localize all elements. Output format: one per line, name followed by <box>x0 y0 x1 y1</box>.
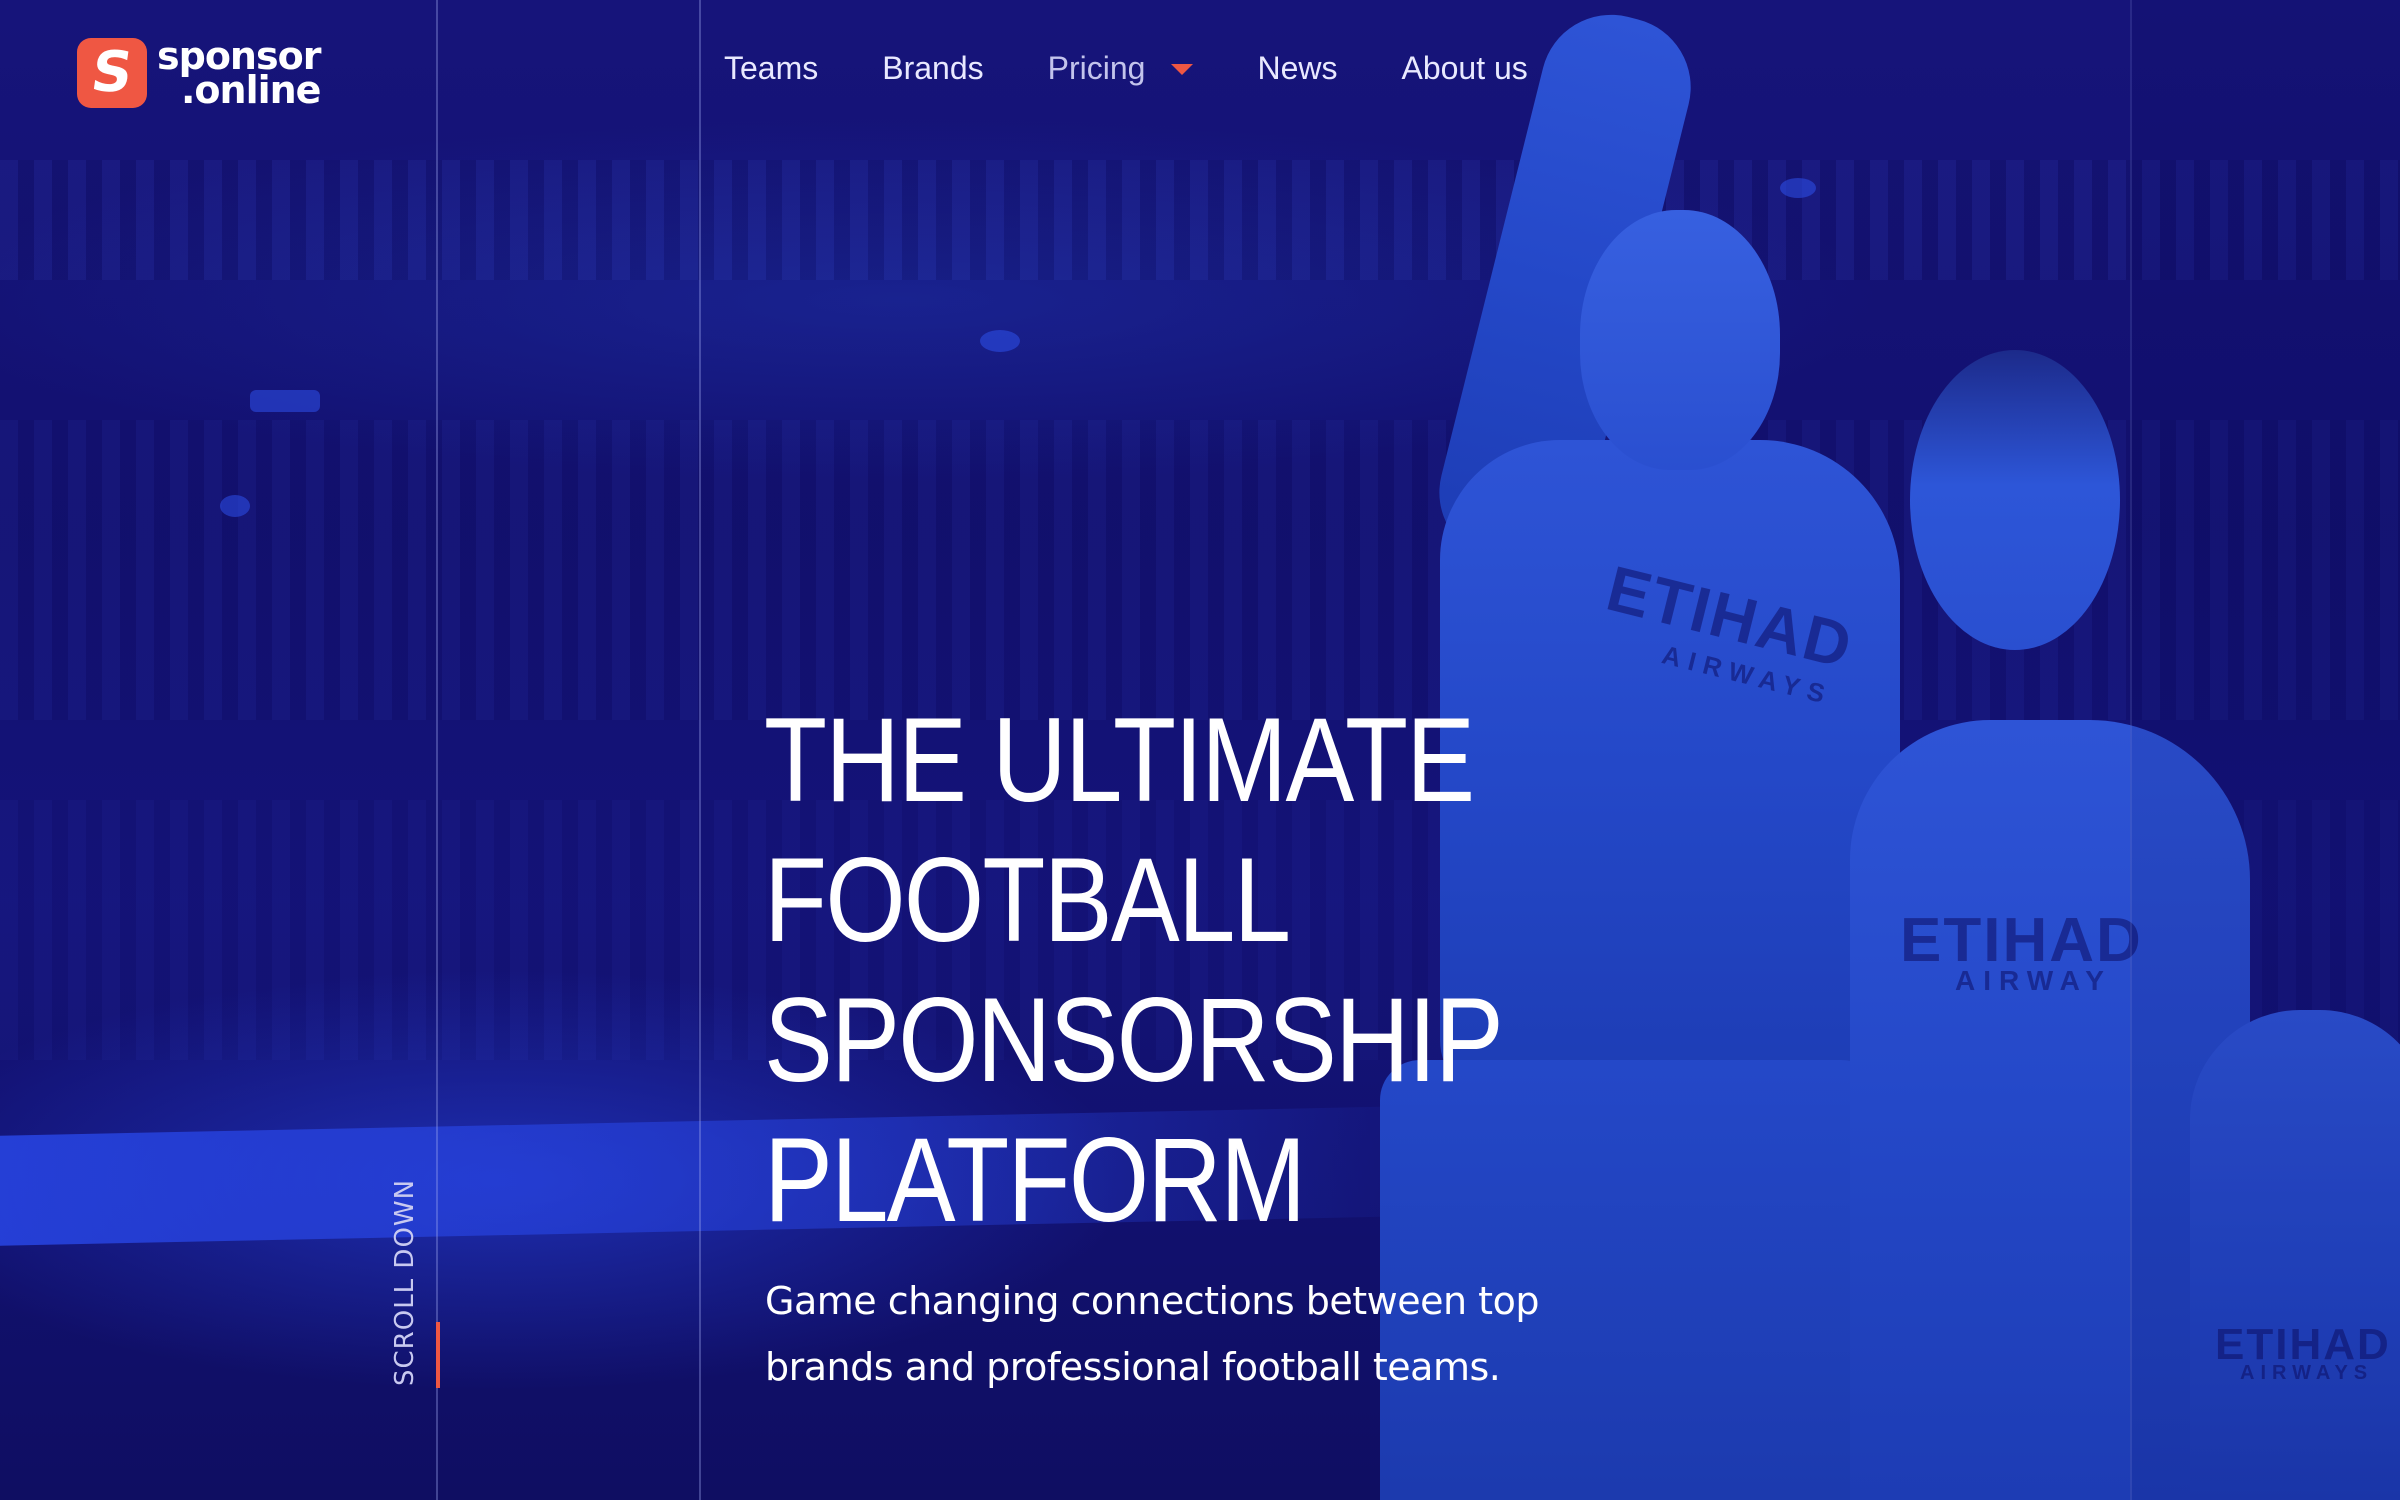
hero-subtitle: Game changing connections between top br… <box>765 1268 1565 1400</box>
headline-line: FOOTBALL <box>764 833 1291 967</box>
subtitle-line: Game changing connections between top <box>765 1279 1539 1323</box>
hero-headline: THE ULTIMATE FOOTBALL SPONSORSHIP PLATFO… <box>764 690 1504 1250</box>
stadium-light <box>220 495 250 517</box>
grid-line <box>436 0 438 1500</box>
site-logo[interactable]: S sponsor .online <box>77 37 321 112</box>
main-nav: Teams Brands Pricing News About us <box>724 50 1592 87</box>
stadium-light <box>1780 178 1816 198</box>
headline-line: SPONSORSHIP <box>764 973 1504 1107</box>
player-one <box>1440 440 1900 1100</box>
stadium-light <box>250 390 320 412</box>
nav-about-us[interactable]: About us <box>1401 50 1527 87</box>
scroll-indicator <box>436 1322 440 1388</box>
scroll-down-label[interactable]: SCROLL DOWN <box>390 1179 420 1386</box>
jersey-sponsor-subtext: AIRWAY <box>1955 965 2112 996</box>
nav-teams[interactable]: Teams <box>724 50 818 87</box>
nav-brands[interactable]: Brands <box>882 50 983 87</box>
stadium-crowd <box>0 160 2400 280</box>
nav-pricing[interactable]: Pricing <box>1048 50 1194 87</box>
grid-line <box>699 0 701 1500</box>
player-two-head <box>1910 350 2120 650</box>
subtitle-line: brands and professional football teams. <box>765 1345 1501 1389</box>
headline-line: THE ULTIMATE <box>764 693 1475 827</box>
logo-text-line2: .online <box>180 68 321 112</box>
nav-pricing-label: Pricing <box>1047 50 1146 86</box>
logo-wordmark: sponsor .online <box>157 37 321 112</box>
chevron-down-icon <box>1171 64 1194 75</box>
player-one-head <box>1580 210 1780 470</box>
image-divider-strip <box>2130 0 2400 1500</box>
stadium-light <box>980 330 1020 352</box>
logo-mark-icon: S <box>77 38 147 108</box>
nav-news[interactable]: News <box>1257 50 1337 87</box>
headline-line: PLATFORM <box>764 1113 1306 1247</box>
